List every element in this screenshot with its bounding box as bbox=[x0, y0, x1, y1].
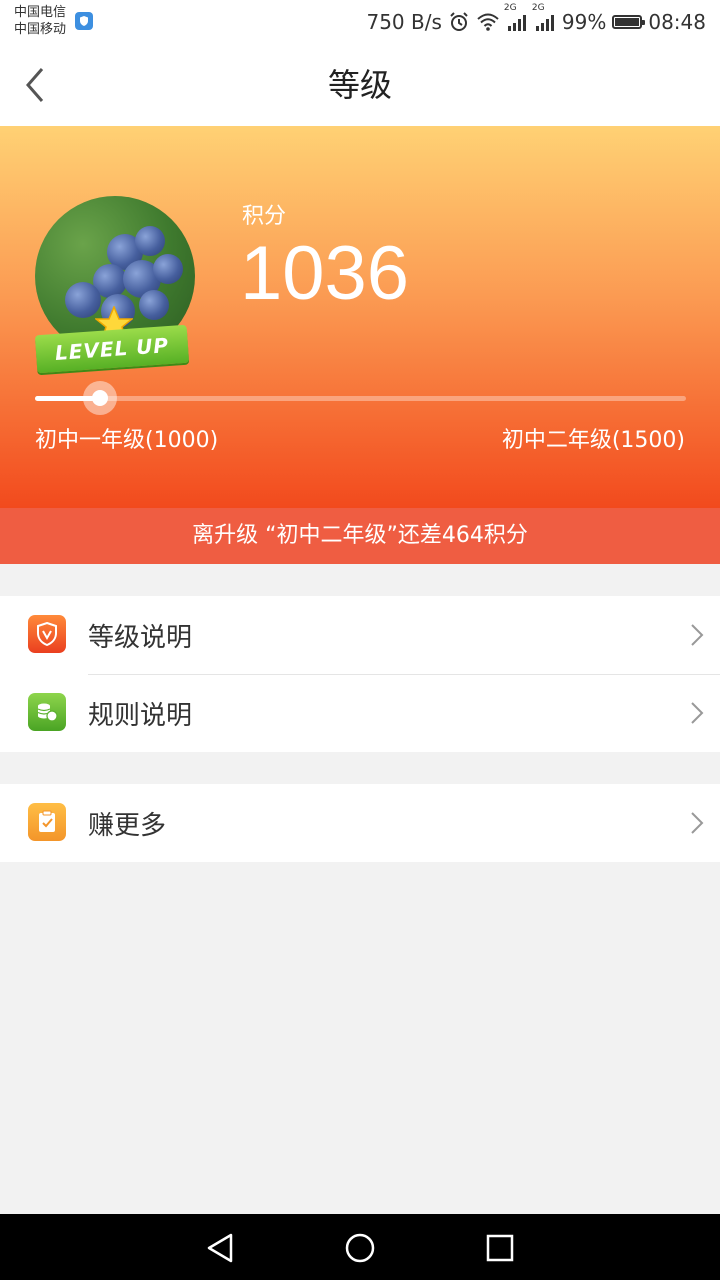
level-progress-bar bbox=[35, 381, 686, 415]
system-nav-bar bbox=[0, 1214, 720, 1280]
system-home-button[interactable] bbox=[340, 1228, 380, 1268]
chevron-right-icon bbox=[691, 812, 704, 834]
upgrade-notice: 离升级 “初中二年级”还差464积分 bbox=[0, 508, 720, 564]
page-title: 等级 bbox=[327, 66, 392, 104]
carrier-1: 中国电信 bbox=[14, 5, 67, 20]
battery-percent: 99% bbox=[561, 10, 607, 34]
level-hero: LEVEL UP 积分 1036 初中一年级(1000) 初中二年级(1500) bbox=[0, 126, 720, 508]
nav-bar: 等级 bbox=[0, 44, 720, 126]
battery-fill bbox=[615, 18, 640, 26]
menu-item-label: 等级说明 bbox=[88, 622, 193, 653]
system-back-button[interactable] bbox=[200, 1228, 240, 1268]
clipboard-check-icon bbox=[28, 803, 66, 841]
status-right: 750 B/s 2G 2G 99% 08:48 bbox=[366, 0, 706, 44]
status-bar: 中国电信 中国移动 750 B/s 2G 2G 99% 08:48 bbox=[0, 0, 720, 44]
recent-square-icon bbox=[486, 1234, 514, 1262]
menu-item-level-info[interactable]: 等级说明 bbox=[0, 596, 720, 674]
carrier-info: 中国电信 中国移动 bbox=[14, 4, 66, 38]
chevron-right-icon bbox=[691, 624, 704, 646]
signal-2-label: 2G bbox=[531, 3, 545, 13]
alarm-icon bbox=[448, 11, 470, 33]
signal-1-label: 2G bbox=[503, 3, 517, 13]
progress-thumb bbox=[83, 381, 118, 415]
net-speed: 750 B/s bbox=[366, 10, 442, 34]
menu-item-label: 规则说明 bbox=[88, 700, 193, 731]
system-recents-button[interactable] bbox=[480, 1228, 520, 1268]
score-value: 1036 bbox=[240, 231, 410, 316]
score-label: 积分 bbox=[242, 204, 287, 229]
shield-v-icon bbox=[28, 615, 66, 653]
home-circle-icon bbox=[345, 1233, 375, 1263]
menu-item-label: 赚更多 bbox=[88, 810, 167, 841]
signal-icon: 2G bbox=[532, 3, 556, 31]
menu-item-rules[interactable]: 规则说明 bbox=[0, 674, 720, 752]
menu-group-1: 等级说明 规则说明 bbox=[0, 596, 720, 752]
menu-group-2: 赚更多 bbox=[0, 784, 720, 862]
clock: 08:48 bbox=[648, 10, 706, 34]
current-level-label: 初中一年级(1000) bbox=[35, 428, 219, 453]
menu-item-earn-more[interactable]: 赚更多 bbox=[0, 784, 720, 862]
shield-icon bbox=[75, 12, 93, 30]
carrier-2: 中国移动 bbox=[14, 22, 67, 37]
back-triangle-icon bbox=[207, 1233, 233, 1263]
next-level-label: 初中二年级(1500) bbox=[501, 428, 685, 453]
wifi-icon bbox=[476, 12, 500, 32]
battery-icon bbox=[612, 15, 646, 29]
chevron-right-icon bbox=[691, 702, 704, 724]
coins-icon bbox=[28, 693, 66, 731]
signal-icon: 2G bbox=[504, 3, 528, 31]
